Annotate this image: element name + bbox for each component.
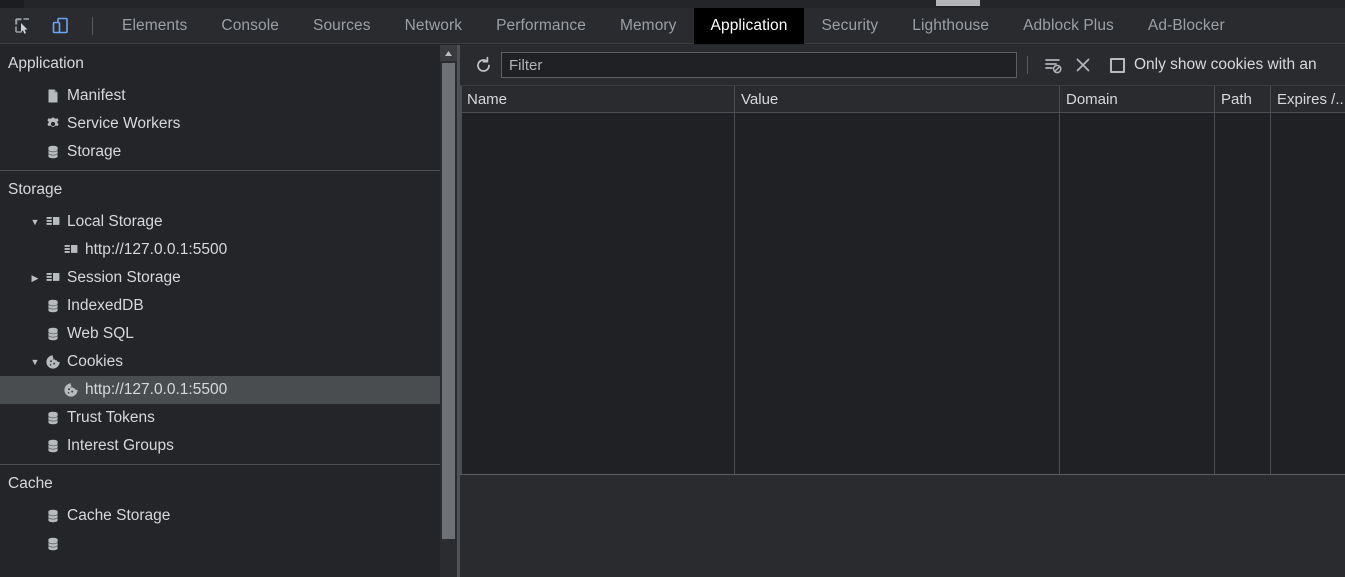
table-grid-icon	[60, 242, 82, 258]
sidebar-item-label: Trust Tokens	[67, 409, 155, 426]
tab-performance[interactable]: Performance	[479, 8, 603, 44]
clear-all-cookies-icon[interactable]	[1068, 52, 1098, 78]
chevron-down-icon[interactable]: ▼	[28, 357, 42, 367]
tab-adblock-plus[interactable]: Adblock Plus	[1006, 8, 1131, 44]
only-show-issue-cookies-checkbox[interactable]	[1110, 57, 1125, 73]
sidebar-item-http-127-0-0-1-5500[interactable]: http://127.0.0.1:5500	[0, 376, 440, 404]
cookies-toolbar: Only show cookies with an	[460, 45, 1345, 86]
sidebar-item-label: Manifest	[67, 87, 126, 104]
column-resizer[interactable]	[1214, 86, 1215, 113]
devtools-tool-icons	[0, 13, 105, 39]
tab-console[interactable]: Console	[204, 8, 296, 44]
sidebar-item-label: Storage	[67, 143, 122, 160]
sidebar-item-label: Service Workers	[67, 115, 181, 132]
database-icon	[42, 410, 64, 426]
sidebar-item-label: Cache Storage	[67, 507, 171, 524]
sidebar-item-cookies[interactable]: ▼ Cookies	[0, 348, 440, 376]
sidebar-item-interest-groups[interactable]: Interest Groups	[0, 432, 440, 460]
cookies-table-header: Name Value Domain Path Expires /..	[460, 86, 1345, 113]
tab-ad-blocker[interactable]: Ad-Blocker	[1131, 8, 1242, 44]
sidebar-item-label: http://127.0.0.1:5500	[85, 381, 228, 398]
toolbar-divider	[1027, 56, 1028, 74]
tab-network[interactable]: Network	[388, 8, 480, 44]
column-header-path[interactable]: Path	[1214, 86, 1270, 113]
database-icon	[42, 326, 64, 342]
sidebar-item-local-storage[interactable]: ▼ Local Storage	[0, 208, 440, 236]
sidebar-item-trust-tokens[interactable]: Trust Tokens	[0, 404, 440, 432]
sidebar-item-partial[interactable]	[0, 530, 440, 558]
column-header-name[interactable]: Name	[460, 86, 734, 113]
chevron-right-icon[interactable]: ▶	[28, 273, 42, 284]
column-header-expires-[interactable]: Expires /..	[1270, 86, 1345, 113]
database-icon	[42, 508, 64, 524]
sidebar-item-label: IndexedDB	[67, 297, 144, 314]
sidebar-item-session-storage[interactable]: ▶ Session Storage	[0, 264, 440, 292]
sidebar-item-label: Local Storage	[67, 213, 163, 230]
panel-tabs: Elements Console Sources Network Performance…	[105, 7, 1242, 44]
tab-security[interactable]: Security	[804, 8, 895, 44]
inspect-element-icon[interactable]	[8, 13, 36, 39]
sidebar-section-title: Application	[8, 55, 84, 72]
cookies-table: Name Value Domain Path Expires /..	[460, 86, 1345, 475]
clear-filtered-cookies-icon[interactable]	[1038, 52, 1068, 78]
sidebar-item-http-127-0-0-1-5500[interactable]: http://127.0.0.1:5500	[0, 236, 440, 264]
tab-elements[interactable]: Elements	[105, 8, 204, 44]
scroll-up-arrow-icon[interactable]	[440, 45, 457, 61]
column-divider	[1214, 113, 1215, 474]
table-grid-icon	[42, 214, 64, 230]
sidebar-scrollbar[interactable]	[440, 45, 457, 577]
tab-sources[interactable]: Sources	[296, 8, 388, 44]
sidebar-item-label: Cookies	[67, 353, 123, 370]
column-divider	[1059, 113, 1060, 474]
devtools-window: Elements Console Sources Network Performance…	[0, 0, 1345, 577]
sidebar-scrollbar-thumb[interactable]	[442, 63, 455, 539]
sidebar-item-label: Session Storage	[67, 269, 181, 286]
cookies-panel: Only show cookies with an NameValueDomai…	[460, 45, 1345, 577]
column-header-value[interactable]: Value	[734, 86, 1059, 113]
sidebar-item-web-sql[interactable]: Web SQL	[0, 320, 440, 348]
cookie-detail-pane	[460, 475, 1345, 577]
refresh-icon[interactable]	[468, 52, 498, 78]
only-show-issue-cookies-label: Only show cookies with an	[1134, 56, 1317, 73]
sidebar-item-label: Web SQL	[67, 325, 134, 342]
column-divider	[1270, 113, 1271, 474]
only-show-issue-cookies-control[interactable]: Only show cookies with an	[1110, 56, 1317, 74]
sidebar-item-indexeddb[interactable]: IndexedDB	[0, 292, 440, 320]
column-divider	[734, 113, 735, 474]
cookie-icon	[60, 382, 82, 398]
sidebar-item-label: http://127.0.0.1:5500	[85, 241, 228, 258]
document-icon	[42, 88, 64, 104]
column-resizer[interactable]	[1270, 86, 1271, 113]
database-icon	[42, 536, 64, 552]
application-sidebar: Application Manifest Service Workers Storag…	[0, 45, 440, 577]
sidebar-section-title: Storage	[8, 181, 63, 198]
device-toolbar-icon[interactable]	[46, 13, 74, 39]
gear-icon	[42, 116, 64, 132]
sidebar-item-service-workers[interactable]: Service Workers	[0, 110, 440, 138]
sidebar-item-storage[interactable]: Storage	[0, 138, 440, 166]
cookies-table-body[interactable]	[460, 113, 1345, 474]
database-icon	[42, 438, 64, 454]
sidebar-section-title: Cache	[8, 475, 53, 492]
table-grid-icon	[42, 270, 64, 286]
sidebar-item-manifest[interactable]: Manifest	[0, 82, 440, 110]
database-icon	[42, 298, 64, 314]
column-header-domain[interactable]: Domain	[1059, 86, 1214, 113]
chevron-down-icon[interactable]: ▼	[28, 217, 42, 227]
database-icon	[42, 144, 64, 160]
filter-input[interactable]	[501, 52, 1017, 78]
tab-application[interactable]: Application	[693, 7, 805, 44]
column-resizer[interactable]	[1059, 86, 1060, 113]
toolbar-divider	[92, 16, 93, 35]
top-strip-left-stub	[0, 0, 24, 8]
sidebar-item-label: Interest Groups	[67, 437, 174, 454]
top-strip-light-stub	[936, 0, 980, 6]
tab-lighthouse[interactable]: Lighthouse	[895, 8, 1006, 44]
sidebar-item-cache-storage[interactable]: Cache Storage	[0, 502, 440, 530]
table-left-edge	[460, 86, 462, 475]
tab-memory[interactable]: Memory	[603, 8, 694, 44]
column-resizer[interactable]	[734, 86, 735, 113]
devtools-tabbar: Elements Console Sources Network Performance…	[0, 7, 1345, 44]
cookie-icon	[42, 354, 64, 370]
